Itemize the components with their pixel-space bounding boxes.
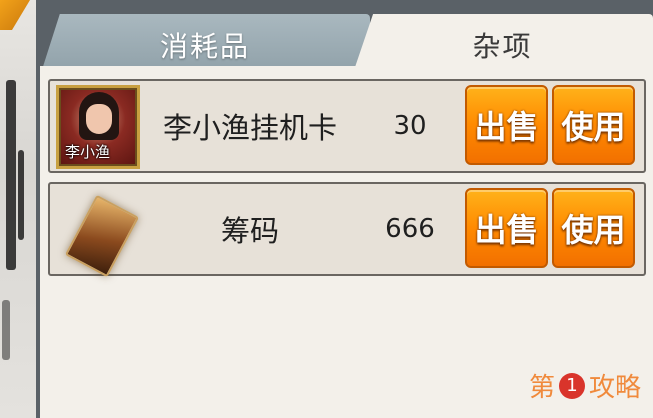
item-count: 666 [385, 214, 435, 244]
frame-corner-ornament [0, 0, 30, 30]
item-name: 李小渔挂机卡 [162, 111, 337, 145]
inventory-panel: 消耗品 杂项 李小渔 李小渔挂机卡 30 出售 使用 筹码 666 出售 使用 … [36, 0, 653, 418]
item-count: 30 [393, 111, 427, 141]
item-name: 筹码 [220, 214, 279, 248]
watermark-number: 1 [558, 372, 585, 399]
portrait-card-icon: 李小渔 [56, 85, 140, 169]
portrait-name-tag: 李小渔 [65, 143, 111, 161]
sell-button[interactable]: 出售 [465, 85, 548, 165]
portrait-face [86, 104, 112, 134]
sell-button[interactable]: 出售 [465, 188, 548, 268]
item-list: 李小渔 李小渔挂机卡 30 出售 使用 筹码 666 出售 使用 第 1 攻略 [40, 66, 653, 418]
ink-stroke [6, 80, 16, 270]
ink-stroke [2, 300, 10, 360]
item-row: 筹码 666 出售 使用 [48, 182, 646, 278]
watermark-prefix: 第 [528, 373, 555, 403]
use-button[interactable]: 使用 [552, 85, 635, 165]
ink-painting-backdrop [0, 0, 40, 418]
watermark: 第 1 攻略 [529, 367, 641, 404]
chip-card-image [64, 194, 140, 278]
use-button[interactable]: 使用 [552, 188, 635, 268]
chip-card-icon [56, 188, 140, 278]
watermark-suffix: 攻略 [588, 373, 641, 403]
ink-stroke [18, 150, 24, 240]
item-row: 李小渔 李小渔挂机卡 30 出售 使用 [48, 79, 646, 173]
